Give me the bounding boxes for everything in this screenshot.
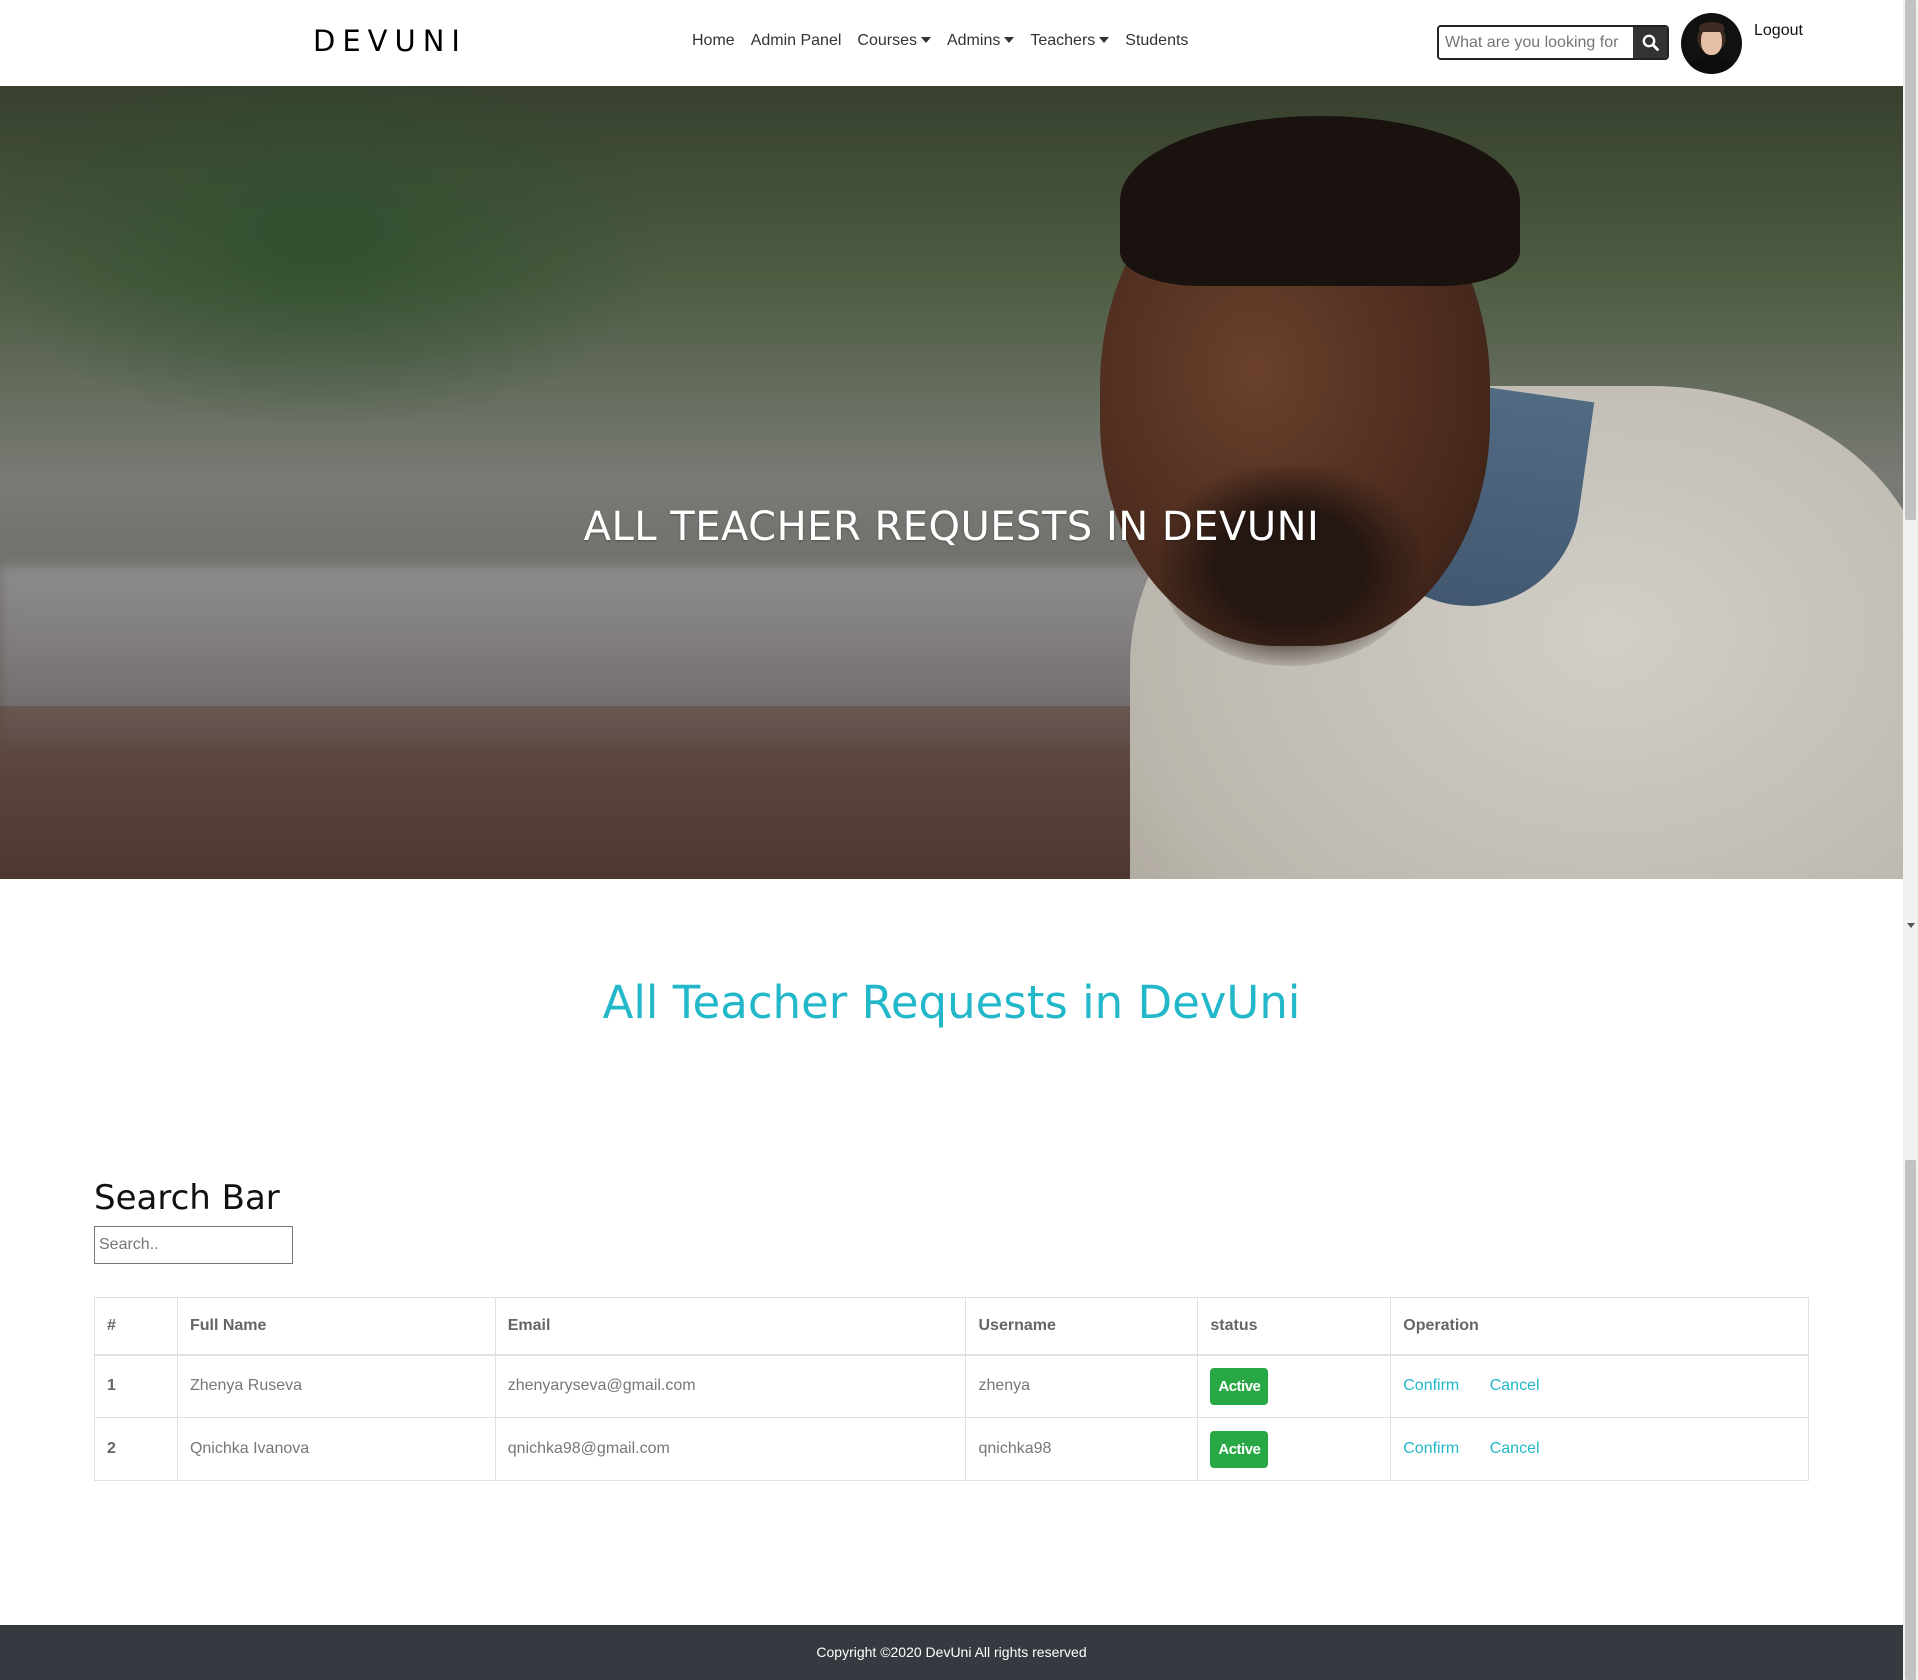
nav-admins-dropdown[interactable]: Admins (946, 32, 1015, 50)
col-header-username: Username (965, 1297, 1199, 1356)
hero-title: ALL TEACHER REQUESTS IN DEVUNI (583, 504, 1320, 550)
navbar-search-input[interactable] (1439, 27, 1633, 58)
col-header-operation: Operation (1390, 1297, 1809, 1356)
col-header-status: status (1197, 1297, 1392, 1356)
table-row: 1 Zhenya Ruseva zhenyaryseva@gmail.com z… (94, 1354, 1809, 1418)
row-email: zhenyaryseva@gmail.com (494, 1354, 967, 1418)
table-search-input[interactable] (94, 1226, 293, 1264)
nav-admin-panel-label: Admin Panel (750, 32, 842, 49)
navbar-search-button[interactable] (1633, 27, 1667, 58)
row-username: zhenya (965, 1354, 1199, 1418)
avatar-hair (1699, 22, 1724, 32)
table-row: 2 Qnichka Ivanova qnichka98@gmail.com qn… (94, 1417, 1809, 1481)
nav-teachers-label: Teachers (1030, 32, 1096, 49)
page-title: All Teacher Requests in DevUni (602, 976, 1301, 1029)
nav-courses-dropdown[interactable]: Courses (857, 32, 931, 50)
col-header-full-name: Full Name (176, 1297, 496, 1356)
status-badge[interactable]: Active (1210, 1430, 1269, 1468)
col-header-email: Email (494, 1297, 967, 1356)
row-status-cell: Active (1197, 1417, 1392, 1481)
nav-teachers-dropdown[interactable]: Teachers (1030, 32, 1110, 50)
row-operation-cell: Confirm Cancel (1390, 1354, 1809, 1418)
row-status-cell: Active (1197, 1354, 1392, 1418)
row-full-name: Qnichka Ivanova (176, 1417, 496, 1481)
status-badge[interactable]: Active (1210, 1367, 1269, 1405)
nav-admin-panel[interactable]: Admin Panel (751, 32, 842, 50)
row-full-name: Zhenya Ruseva (176, 1354, 496, 1418)
scrollbar-thumb-upper[interactable] (1905, 0, 1916, 520)
table-header-row: # Full Name Email Username status Operat… (94, 1297, 1809, 1356)
caret-down-icon (1004, 37, 1015, 43)
nav-admins-label: Admins (946, 32, 1001, 49)
logout-link[interactable]: Logout (1754, 22, 1803, 40)
page-scrollbar[interactable] (1903, 0, 1918, 1680)
nav-courses-label: Courses (857, 32, 917, 49)
nav-links: Home Admin Panel Courses Admins Teachers… (692, 32, 1188, 50)
footer-copyright: Copyright ©2020 DevUni All rights reserv… (816, 1644, 1087, 1660)
scrollbar-thumb-lower[interactable] (1905, 1160, 1916, 1680)
navbar: DEVUNI Home Admin Panel Courses Admins T… (0, 0, 1903, 86)
caret-down-icon (920, 37, 931, 43)
avatar-body (1689, 57, 1734, 74)
nav-home-label: Home (692, 32, 735, 49)
caret-down-icon (1099, 37, 1110, 43)
col-header-number: # (94, 1297, 178, 1356)
row-number: 1 (94, 1354, 178, 1418)
nav-home[interactable]: Home (692, 32, 735, 50)
nav-students-label: Students (1125, 32, 1189, 49)
hero-banner: ALL TEACHER REQUESTS IN DEVUNI (0, 86, 1903, 879)
hero-overlay (0, 86, 1903, 879)
cancel-link[interactable]: Cancel (1490, 1440, 1540, 1457)
confirm-link[interactable]: Confirm (1403, 1377, 1459, 1394)
teacher-requests-table: # Full Name Email Username status Operat… (94, 1297, 1809, 1481)
row-operation-cell: Confirm Cancel (1390, 1417, 1809, 1481)
row-username: qnichka98 (965, 1417, 1199, 1481)
search-icon (1642, 34, 1659, 51)
navbar-search (1437, 25, 1669, 60)
user-avatar[interactable] (1681, 13, 1742, 74)
row-number: 2 (94, 1417, 178, 1481)
confirm-link[interactable]: Confirm (1403, 1440, 1459, 1457)
cancel-link[interactable]: Cancel (1490, 1377, 1540, 1394)
search-bar-label: Search Bar (94, 1178, 280, 1218)
row-email: qnichka98@gmail.com (494, 1417, 967, 1481)
brand-logo[interactable]: DEVUNI (313, 24, 467, 58)
scroll-down-arrow-icon[interactable] (1907, 923, 1915, 928)
nav-students[interactable]: Students (1125, 32, 1188, 50)
footer: Copyright ©2020 DevUni All rights reserv… (0, 1625, 1903, 1680)
